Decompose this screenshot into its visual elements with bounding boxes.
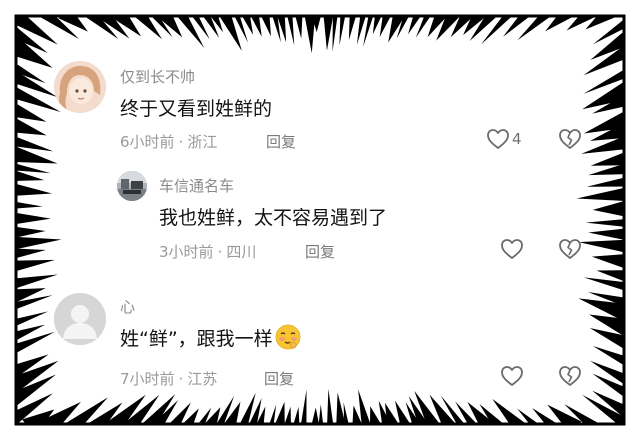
comment-time: 7小时前: [120, 370, 175, 388]
user-avatar[interactable]: [54, 293, 106, 345]
comment-username[interactable]: 心: [120, 296, 135, 317]
like-button[interactable]: [500, 238, 524, 260]
broken-heart-icon: [559, 366, 581, 386]
broken-heart-icon: [559, 129, 581, 149]
comment-text: 终于又看到姓鲜的: [120, 98, 273, 120]
comment-username[interactable]: 车信通名车: [159, 175, 234, 196]
comment-list: 仅到长不帅 终于又看到姓鲜的 6小时前 · 浙江 回复 4 车信通名车 我也姓鲜…: [46, 40, 606, 400]
comment-time: 6小时前: [120, 133, 175, 151]
comment-item: 心 姓“鲜”，跟我一样 7小时前 · 江苏 回复: [46, 280, 606, 400]
heart-icon: [501, 366, 523, 386]
comment-location: 浙江: [187, 133, 218, 151]
like-button[interactable]: 4: [486, 128, 522, 150]
meta-separator: ·: [178, 370, 184, 388]
meta-separator: ·: [217, 243, 223, 261]
comment-location: 江苏: [187, 370, 218, 388]
comment-meta: 6小时前 · 浙江: [120, 131, 217, 152]
reply-item: 车信通名车 我也姓鲜，太不容易遇到了 3小时前 · 四川 回复: [46, 160, 606, 280]
comment-text-body: 姓“鲜”，跟我一样: [120, 328, 273, 350]
heart-icon: [487, 129, 509, 149]
comment-time: 3小时前: [159, 243, 214, 261]
dislike-button[interactable]: [558, 128, 582, 154]
like-button[interactable]: [500, 365, 524, 387]
like-count: 4: [512, 130, 522, 148]
meta-separator: ·: [178, 133, 184, 151]
blushing-face-emoji: [275, 324, 301, 355]
reply-button[interactable]: 回复: [266, 131, 296, 152]
dislike-button[interactable]: [558, 365, 582, 391]
comment-item: 仅到长不帅 终于又看到姓鲜的 6小时前 · 浙江 回复 4: [46, 40, 606, 160]
comment-username[interactable]: 仅到长不帅: [120, 66, 195, 87]
comment-meta: 3小时前 · 四川: [159, 241, 256, 262]
user-avatar[interactable]: [117, 171, 147, 201]
comment-text: 姓“鲜”，跟我一样: [120, 324, 301, 355]
reply-button[interactable]: 回复: [264, 368, 294, 389]
reply-button[interactable]: 回复: [305, 241, 335, 262]
comment-location: 四川: [226, 243, 257, 261]
broken-heart-icon: [559, 239, 581, 259]
comment-text: 我也姓鲜，太不容易遇到了: [159, 207, 388, 229]
heart-icon: [501, 239, 523, 259]
dislike-button[interactable]: [558, 238, 582, 264]
user-avatar[interactable]: [54, 61, 106, 113]
comment-meta: 7小时前 · 江苏: [120, 368, 217, 389]
